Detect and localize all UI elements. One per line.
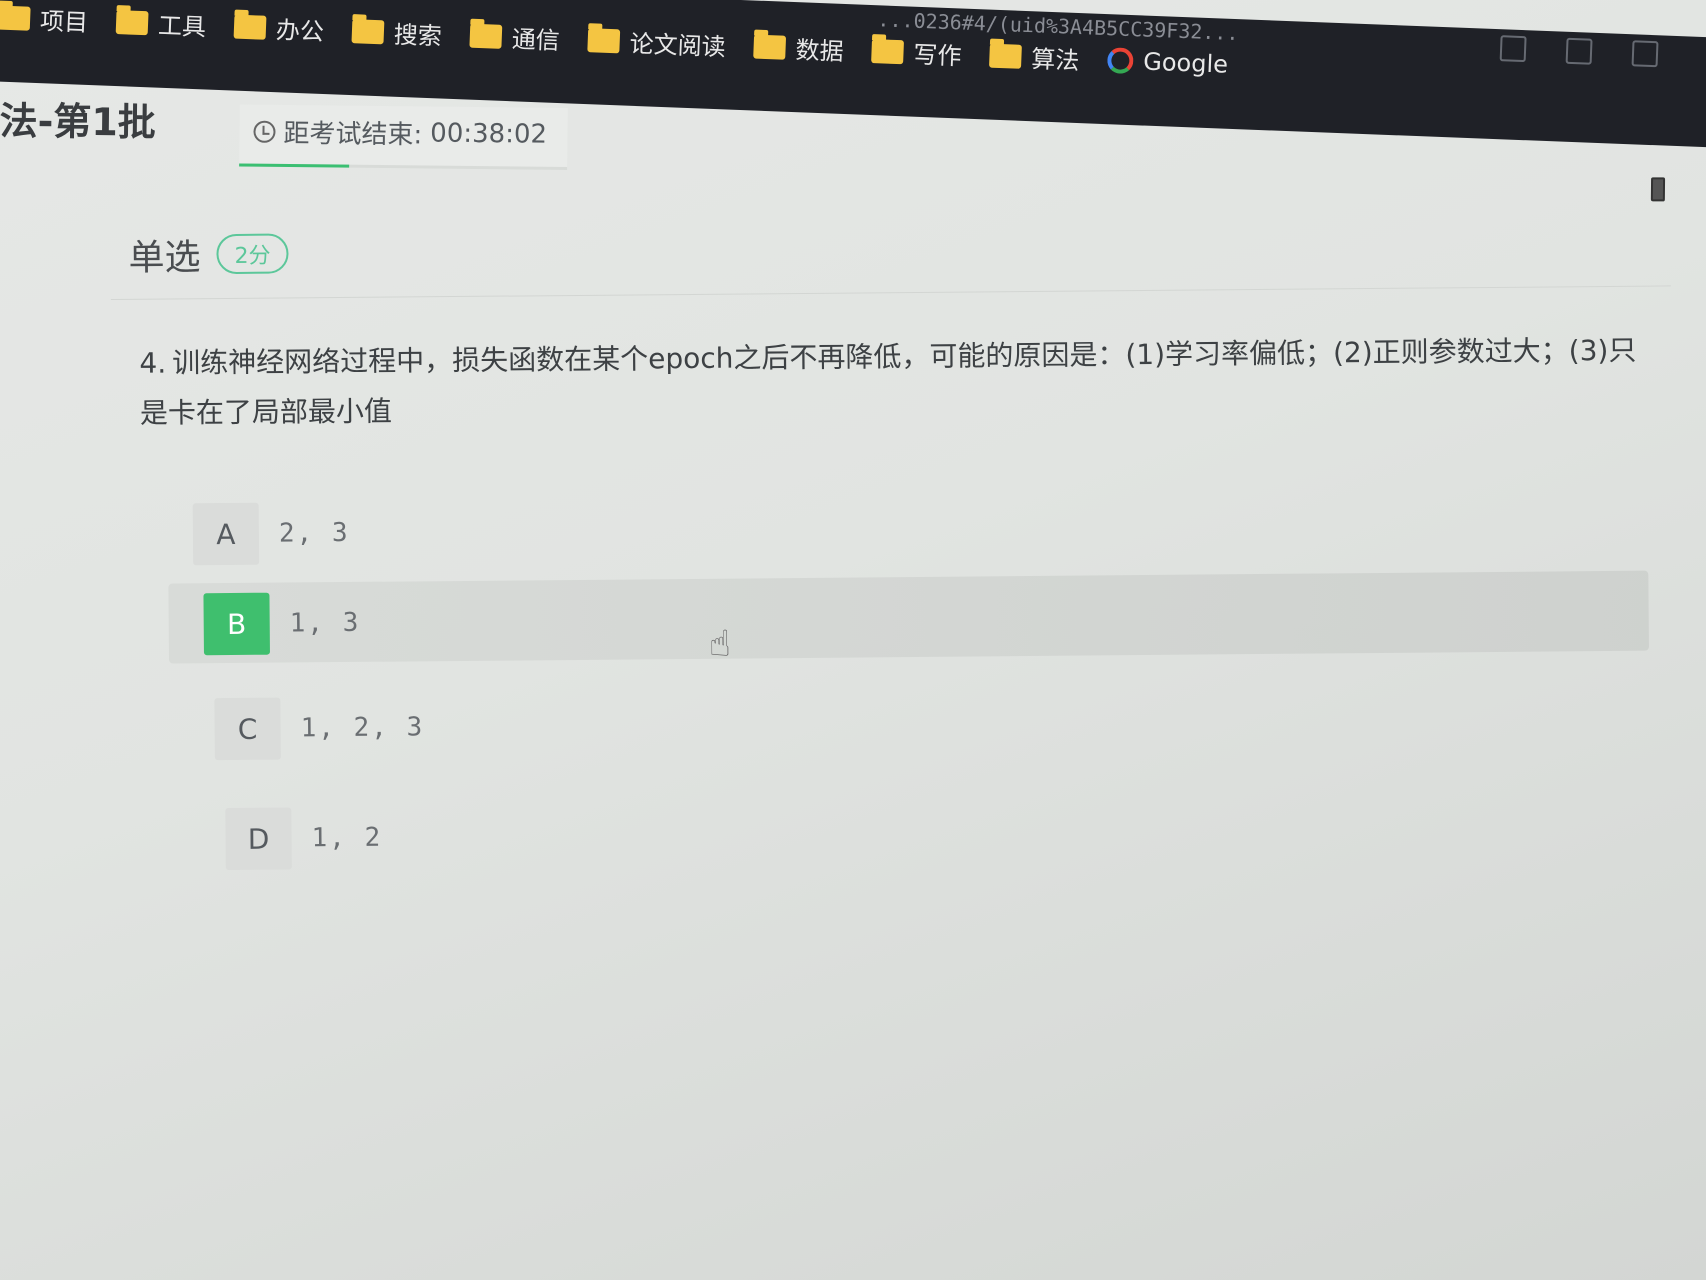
- question-text: 4. 训练神经网络过程中，损失函数在某个epoch之后不再降低，可能的原因是：(1…: [139, 326, 1640, 439]
- option-d[interactable]: D 1, 2: [225, 807, 382, 871]
- question-type-row: 单选 2分: [128, 227, 289, 280]
- bookmark-label: 项目: [39, 7, 89, 37]
- option-text[interactable]: 2, 3: [279, 518, 350, 549]
- bookmark-google[interactable]: Google: [1106, 46, 1229, 79]
- folder-icon: [753, 34, 787, 60]
- bookmark-label: 办公: [275, 16, 325, 47]
- bookmark-list: 项目 工具 办公 搜索 通信 论文阅读 数据 写作 算法 Google: [0, 0, 1229, 82]
- bookmark-通信[interactable]: 通信: [469, 18, 560, 56]
- reader-icon[interactable]: [1499, 35, 1527, 63]
- folder-icon: [469, 23, 503, 49]
- timer-label: 距考试结束:: [283, 118, 423, 151]
- option-b[interactable]: B 1, 3: [203, 592, 361, 656]
- score-badge: 2分: [216, 233, 289, 275]
- folder-icon: [233, 14, 267, 40]
- extension-icon[interactable]: [1631, 40, 1659, 68]
- folder-icon: [989, 43, 1022, 69]
- bookmark-label: 算法: [1030, 45, 1080, 76]
- folder-icon: [0, 5, 31, 31]
- folder-icon: [115, 9, 149, 35]
- bookmark-label: 搜索: [393, 20, 443, 51]
- screen: ...0236#4/(uid%3A4B5CC39F32... 项目 工具 办公 …: [0, 0, 1706, 1280]
- option-letter[interactable]: C: [214, 697, 281, 761]
- bookmark-项目[interactable]: 项目: [0, 0, 89, 38]
- option-letter[interactable]: B: [203, 592, 270, 656]
- countdown-timer: 距考试结束: 00:38:02: [239, 104, 568, 170]
- folder-icon: [351, 18, 385, 44]
- option-b-highlight: [168, 570, 1649, 664]
- bookmark-数据[interactable]: 数据: [753, 29, 844, 67]
- bookmark-label: 工具: [157, 11, 207, 42]
- option-c[interactable]: C 1, 2, 3: [214, 696, 424, 761]
- option-text[interactable]: 1, 2: [311, 823, 382, 854]
- question-card: 单选 2分 4. 训练神经网络过程中，损失函数在某个epoch之后不再降低，可能的…: [0, 185, 1706, 1280]
- bookmark-写作[interactable]: 写作: [871, 33, 962, 71]
- bookmark-工具[interactable]: 工具: [115, 4, 207, 42]
- bookmark-label: 写作: [912, 40, 962, 71]
- divider: [110, 285, 1671, 301]
- option-a[interactable]: A 2, 3: [192, 502, 350, 566]
- question-number: 4.: [139, 346, 167, 380]
- toolbar-icons: [1499, 35, 1659, 68]
- settings-icon[interactable]: [1565, 37, 1593, 65]
- bookmark-算法[interactable]: 算法: [989, 38, 1080, 76]
- bookmark-label: 通信: [511, 25, 561, 56]
- question-body: 训练神经网络过程中，损失函数在某个epoch之后不再降低，可能的原因是：(1)学…: [139, 333, 1637, 430]
- option-letter[interactable]: D: [225, 807, 292, 871]
- bookmark-论文阅读[interactable]: 论文阅读: [587, 22, 726, 62]
- option-letter[interactable]: A: [192, 502, 260, 566]
- question-type: 单选: [128, 237, 201, 279]
- folder-icon: [587, 27, 621, 53]
- option-text[interactable]: 1, 2, 3: [300, 712, 424, 743]
- page-title: 法-第1批: [0, 98, 157, 145]
- timer-value: 00:38:02: [430, 118, 548, 150]
- clock-icon: [253, 120, 276, 143]
- folder-icon: [871, 38, 905, 64]
- bookmark-搜索[interactable]: 搜索: [351, 13, 442, 51]
- bookmark-label: 论文阅读: [629, 29, 727, 62]
- hand-cursor-icon: ☝: [708, 623, 732, 665]
- google-icon: [1106, 46, 1134, 74]
- timer-progress-underline: [239, 163, 350, 168]
- bookmark-办公[interactable]: 办公: [233, 9, 324, 47]
- bookmark-label: Google: [1142, 47, 1229, 79]
- option-text[interactable]: 1, 3: [290, 608, 361, 639]
- bookmark-label: 数据: [795, 36, 845, 66]
